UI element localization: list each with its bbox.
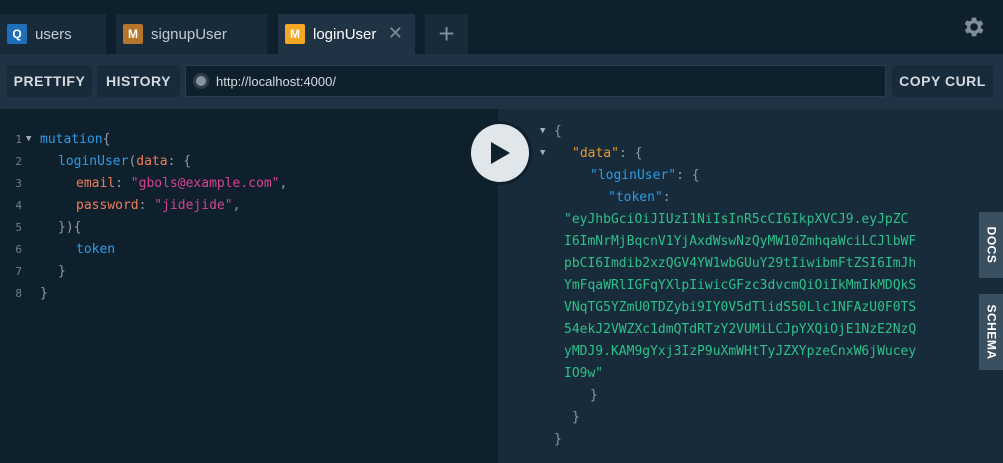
endpoint-url: http://localhost:4000/ (216, 73, 336, 89)
code-line: email: "gbols@example.com", (76, 176, 288, 191)
fold-arrow-icon[interactable]: ▼ (540, 126, 545, 136)
code-line: token (76, 242, 116, 257)
json-line: "data": { (572, 146, 643, 161)
line-number: 5 (15, 221, 22, 234)
line-number: 6 (15, 243, 22, 256)
tab-bar: Q users M signupUser M loginUser ✕ + (0, 0, 1003, 54)
token-value-line: I6ImNrMjBqcnV1YjAxdWswNzQyMW10ZmhqaWciLC… (564, 234, 917, 249)
code-line: }){ (58, 220, 82, 235)
fold-arrow-icon[interactable]: ▼ (26, 134, 31, 144)
json-line: } (572, 410, 580, 425)
line-number: 1 (15, 133, 22, 146)
fold-arrow-icon[interactable]: ▼ (540, 148, 545, 158)
toolbar: PRETTIFY HISTORY http://localhost:4000/ … (0, 54, 1003, 109)
token-value-line: yMDJ9.KAM9gYxj3IzP9uXmWHtTyJZXYpzeCnxW6j… (564, 344, 917, 359)
token-value-line: VNqTG5YZmU0TDZybi9IY0V5dTlidS50Llc1NFAzU… (564, 300, 917, 315)
query-badge: Q (7, 24, 27, 44)
code-line: } (58, 264, 66, 279)
play-icon (491, 142, 510, 164)
tab-users[interactable]: Q users (0, 14, 106, 54)
json-line: } (590, 388, 598, 403)
line-number: 4 (15, 199, 22, 212)
token-value-line: 54ekJ2VWZXc1dmQTdRTzY2VUMiLCJpYXQiOjE1Nz… (564, 322, 917, 337)
run-query-button[interactable] (468, 121, 532, 185)
tab-loginuser[interactable]: M loginUser ✕ (278, 14, 415, 54)
copy-curl-button[interactable]: COPY CURL (892, 65, 993, 97)
history-button[interactable]: HISTORY (97, 65, 180, 97)
line-number: 7 (15, 265, 22, 278)
json-line: "loginUser": { (590, 168, 700, 183)
code-line: } (40, 286, 48, 301)
token-value-line: IO9w" (564, 366, 604, 381)
line-number: 3 (15, 177, 22, 190)
status-dot-icon (196, 76, 206, 86)
gear-icon[interactable] (961, 14, 987, 40)
close-tab-icon[interactable]: ✕ (388, 24, 403, 42)
result-viewer: ▼ ▼ { "data": { "loginUser": { "token": … (498, 109, 1003, 463)
token-value-line: YmFqaWRlIGFqYXlpIiwicGFzc3dvcmQiOiIkMmIk… (564, 278, 917, 293)
json-line: { (554, 124, 562, 139)
mutation-badge: M (285, 24, 305, 44)
line-number: 2 (15, 155, 22, 168)
tab-signupuser[interactable]: M signupUser (116, 14, 267, 54)
code-line: loginUser(data: { (58, 154, 192, 169)
tab-label: signupUser (151, 25, 227, 43)
tab-label: users (35, 25, 72, 43)
code-line: password: "jidejide", (76, 198, 241, 213)
tab-label: loginUser (313, 25, 377, 43)
endpoint-url-input[interactable]: http://localhost:4000/ (185, 65, 886, 97)
play-button-circle[interactable] (471, 124, 529, 182)
json-line: "token": (608, 190, 671, 205)
prettify-button[interactable]: PRETTIFY (7, 65, 92, 97)
schema-tab-label: SCHEMA (984, 304, 999, 360)
token-value-line: pbCI6Imdib2xzQGV4YW1wbGUuY29tIiwibmFtZSI… (564, 256, 917, 271)
json-line: } (554, 432, 562, 447)
docs-tab-label: DOCS (984, 226, 999, 264)
mutation-badge: M (123, 24, 143, 44)
token-value-line: "eyJhbGciOiJIUzI1NiIsInR5cCI6IkpXVCJ9.ey… (564, 212, 909, 227)
query-editor[interactable]: 1 2 3 4 5 6 7 8 ▼ mutation{ loginUser(da… (0, 109, 498, 463)
docs-tab[interactable]: DOCS (979, 212, 1003, 278)
add-tab-button[interactable]: + (425, 14, 468, 54)
schema-tab[interactable]: SCHEMA (979, 294, 1003, 370)
line-number: 8 (15, 287, 22, 300)
code-line: mutation{ (40, 132, 111, 147)
